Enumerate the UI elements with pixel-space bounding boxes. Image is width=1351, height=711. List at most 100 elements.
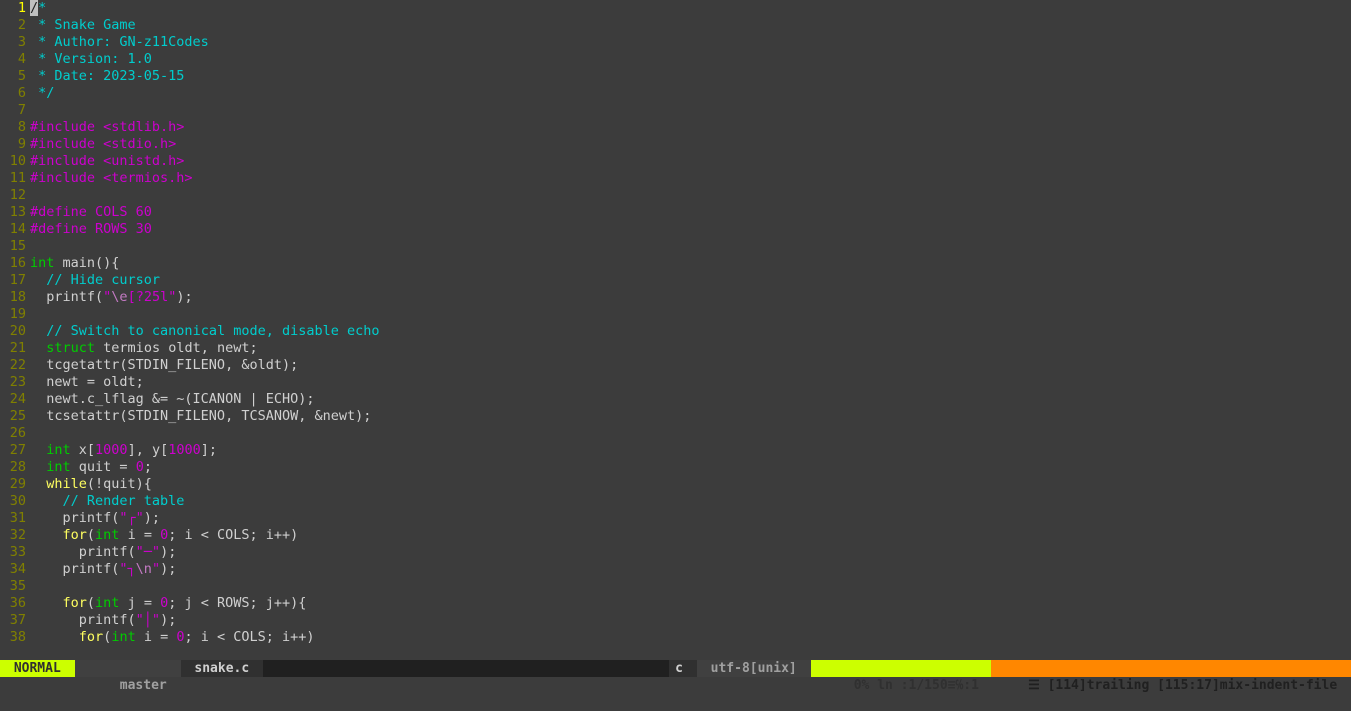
code-line[interactable]: 19 xyxy=(0,306,1351,323)
code-content[interactable] xyxy=(30,425,1351,442)
code-editor[interactable]: 1/*2 * Snake Game3 * Author: GN-z11Codes… xyxy=(0,0,1351,660)
filetype-segment: c xyxy=(669,660,697,677)
code-content[interactable]: * Date: 2023-05-15 xyxy=(30,68,1351,85)
code-line[interactable]: 38 for(int i = 0; i < COLS; i++) xyxy=(0,629,1351,646)
code-line[interactable]: 35 xyxy=(0,578,1351,595)
line-number: 32 xyxy=(0,527,30,544)
code-line[interactable]: 10#include <unistd.h> xyxy=(0,153,1351,170)
code-line[interactable]: 28 int quit = 0; xyxy=(0,459,1351,476)
code-content[interactable]: #define COLS 60 xyxy=(30,204,1351,221)
line-number: 30 xyxy=(0,493,30,510)
code-line[interactable]: 1/* xyxy=(0,0,1351,17)
code-line[interactable]: 31 printf("┌"); xyxy=(0,510,1351,527)
code-content[interactable]: // Render table xyxy=(30,493,1351,510)
code-line[interactable]: 23 newt = oldt; xyxy=(0,374,1351,391)
code-line[interactable]: 37 printf("│"); xyxy=(0,612,1351,629)
lint-warning-segment: ☰ [114]trailing [115:17]mix-indent-file xyxy=(991,660,1351,677)
code-line[interactable]: 21 struct termios oldt, newt; xyxy=(0,340,1351,357)
code-line[interactable]: 9#include <stdio.h> xyxy=(0,136,1351,153)
line-number: 2 xyxy=(0,17,30,34)
code-content[interactable]: // Switch to canonical mode, disable ech… xyxy=(30,323,1351,340)
code-line[interactable]: 34 printf("┐\n"); xyxy=(0,561,1351,578)
line-number: 35 xyxy=(0,578,30,595)
code-line[interactable]: 2 * Snake Game xyxy=(0,17,1351,34)
code-line[interactable]: 15 xyxy=(0,238,1351,255)
code-content[interactable]: #include <stdio.h> xyxy=(30,136,1351,153)
code-content[interactable]: int quit = 0; xyxy=(30,459,1351,476)
line-number: 4 xyxy=(0,51,30,68)
line-number: 38 xyxy=(0,629,30,646)
line-number: 16 xyxy=(0,255,30,272)
code-content[interactable]: #define ROWS 30 xyxy=(30,221,1351,238)
code-line[interactable]: 4 * Version: 1.0 xyxy=(0,51,1351,68)
code-content[interactable] xyxy=(30,578,1351,595)
code-content[interactable]: tcgetattr(STDIN_FILENO, &oldt); xyxy=(30,357,1351,374)
code-content[interactable]: // Hide cursor xyxy=(30,272,1351,289)
code-content[interactable]: for(int j = 0; j < ROWS; j++){ xyxy=(30,595,1351,612)
code-line[interactable]: 25 tcsetattr(STDIN_FILENO, TCSANOW, &new… xyxy=(0,408,1351,425)
code-content[interactable]: for(int i = 0; i < COLS; i++) xyxy=(30,527,1351,544)
line-number: 20 xyxy=(0,323,30,340)
code-line[interactable]: 24 newt.c_lflag &= ~(ICANON | ECHO); xyxy=(0,391,1351,408)
code-line[interactable]: 27 int x[1000], y[1000]; xyxy=(0,442,1351,459)
code-line[interactable]: 29 while(!quit){ xyxy=(0,476,1351,493)
code-content[interactable]: struct termios oldt, newt; xyxy=(30,340,1351,357)
encoding-segment: utf-8[unix] xyxy=(697,660,811,677)
line-number: 19 xyxy=(0,306,30,323)
code-content[interactable] xyxy=(30,187,1351,204)
line-number: 29 xyxy=(0,476,30,493)
code-content[interactable] xyxy=(30,238,1351,255)
line-number: 18 xyxy=(0,289,30,306)
code-line[interactable]: 6 */ xyxy=(0,85,1351,102)
code-line[interactable]: 11#include <termios.h> xyxy=(0,170,1351,187)
code-content[interactable] xyxy=(30,102,1351,119)
code-content[interactable]: #include <unistd.h> xyxy=(30,153,1351,170)
code-content[interactable]: * Author: GN-z11Codes xyxy=(30,34,1351,51)
code-line[interactable]: 12 xyxy=(0,187,1351,204)
code-content[interactable]: * Version: 1.0 xyxy=(30,51,1351,68)
line-number: 24 xyxy=(0,391,30,408)
code-content[interactable]: tcsetattr(STDIN_FILENO, TCSANOW, &newt); xyxy=(30,408,1351,425)
code-line[interactable]: 13#define COLS 60 xyxy=(0,204,1351,221)
line-number: 33 xyxy=(0,544,30,561)
code-content[interactable]: printf("─"); xyxy=(30,544,1351,561)
code-line[interactable]: 22 tcgetattr(STDIN_FILENO, &oldt); xyxy=(0,357,1351,374)
line-number: 21 xyxy=(0,340,30,357)
code-content[interactable]: printf("\e[?25l"); xyxy=(30,289,1351,306)
code-content[interactable]: printf("┐\n"); xyxy=(30,561,1351,578)
code-line[interactable]: 20 // Switch to canonical mode, disable … xyxy=(0,323,1351,340)
code-content[interactable]: int main(){ xyxy=(30,255,1351,272)
code-content[interactable]: */ xyxy=(30,85,1351,102)
code-content[interactable]: while(!quit){ xyxy=(30,476,1351,493)
code-line[interactable]: 33 printf("─"); xyxy=(0,544,1351,561)
code-content[interactable]: newt.c_lflag &= ~(ICANON | ECHO); xyxy=(30,391,1351,408)
code-line[interactable]: 18 printf("\e[?25l"); xyxy=(0,289,1351,306)
code-line[interactable]: 7 xyxy=(0,102,1351,119)
code-line[interactable]: 5 * Date: 2023-05-15 xyxy=(0,68,1351,85)
code-content[interactable]: printf("┌"); xyxy=(30,510,1351,527)
code-line[interactable]: 26 xyxy=(0,425,1351,442)
code-line[interactable]: 8#include <stdlib.h> xyxy=(0,119,1351,136)
code-line[interactable]: 32 for(int i = 0; i < COLS; i++) xyxy=(0,527,1351,544)
code-content[interactable]: #include <termios.h> xyxy=(30,170,1351,187)
code-content[interactable]: #include <stdlib.h> xyxy=(30,119,1351,136)
code-content[interactable]: newt = oldt; xyxy=(30,374,1351,391)
code-line[interactable]: 17 // Hide cursor xyxy=(0,272,1351,289)
code-line[interactable]: 30 // Render table xyxy=(0,493,1351,510)
git-branch-name: master xyxy=(112,678,175,693)
code-content[interactable]: for(int i = 0; i < COLS; i++) xyxy=(30,629,1351,646)
code-content[interactable]: int x[1000], y[1000]; xyxy=(30,442,1351,459)
code-line[interactable]: 16int main(){ xyxy=(0,255,1351,272)
code-line[interactable]: 36 for(int j = 0; j < ROWS; j++){ xyxy=(0,595,1351,612)
line-number: 7 xyxy=(0,102,30,119)
mode-indicator: NORMAL xyxy=(0,660,75,677)
code-line[interactable]: 3 * Author: GN-z11Codes xyxy=(0,34,1351,51)
code-content[interactable] xyxy=(30,306,1351,323)
code-content[interactable]: /* xyxy=(30,0,1351,17)
line-number: 6 xyxy=(0,85,30,102)
code-content[interactable]: * Snake Game xyxy=(30,17,1351,34)
code-content[interactable]: printf("│"); xyxy=(30,612,1351,629)
code-line[interactable]: 14#define ROWS 30 xyxy=(0,221,1351,238)
line-number: 34 xyxy=(0,561,30,578)
line-number: 9 xyxy=(0,136,30,153)
